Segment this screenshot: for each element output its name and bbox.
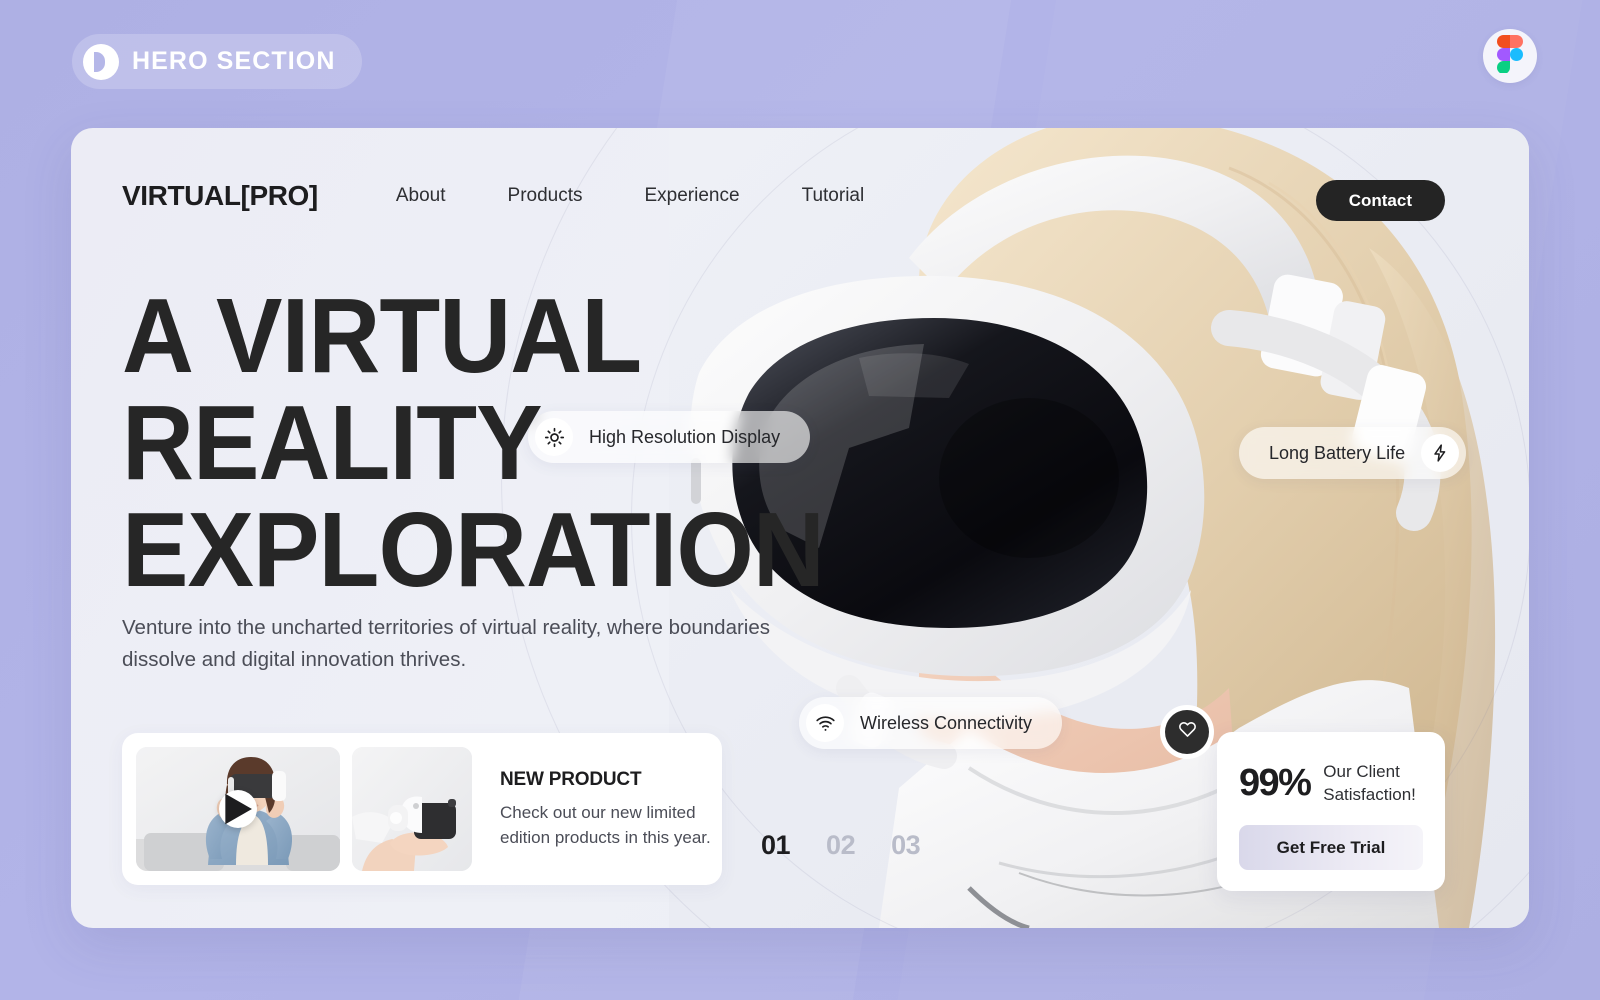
nav-link-experience[interactable]: Experience — [645, 185, 740, 207]
contact-button[interactable]: Contact — [1315, 180, 1445, 221]
brand-logo-text[interactable]: VIRTUAL[PRO] — [122, 180, 318, 212]
feature-pill-label: High Resolution Display — [589, 426, 781, 447]
heart-icon — [1178, 720, 1197, 744]
pagination-item-02[interactable]: 02 — [826, 830, 856, 861]
new-product-card[interactable]: NEW PRODUCT Check out our new limited ed… — [122, 733, 722, 885]
main-navigation: VIRTUAL[PRO] About Products Experience T… — [122, 180, 864, 212]
satisfaction-label-line1: Our Client — [1323, 762, 1400, 781]
app-logo-icon — [83, 43, 119, 80]
hero-section-badge: HERO SECTION — [72, 34, 362, 89]
feature-pill-label: Long Battery Life — [1269, 442, 1406, 463]
satisfaction-percentage: 99% — [1239, 762, 1312, 804]
nav-links: About Products Experience Tutorial — [396, 185, 864, 207]
feature-pill-label: Wireless Connectivity — [860, 712, 1033, 733]
headline-line-1: A VIRTUAL — [122, 277, 642, 395]
get-free-trial-button[interactable]: Get Free Trial — [1239, 825, 1423, 870]
nav-link-tutorial[interactable]: Tutorial — [802, 185, 865, 207]
sun-brightness-icon — [535, 418, 573, 456]
feature-pill-long-battery-life[interactable]: Long Battery Life — [1239, 427, 1467, 479]
satisfaction-label: Our Client Satisfaction! — [1323, 760, 1416, 806]
product-description: Check out our new limited edition produc… — [500, 802, 711, 847]
product-video-thumbnail[interactable] — [136, 747, 340, 871]
heart-icon-badge — [1165, 710, 1209, 754]
lightning-bolt-icon — [1421, 434, 1460, 472]
figma-logo-icon — [1497, 34, 1523, 78]
play-icon[interactable] — [219, 790, 257, 828]
headline-line-3: EXPLORATION — [122, 491, 825, 609]
figma-logo-button[interactable] — [1483, 29, 1537, 83]
nav-link-products[interactable]: Products — [508, 185, 583, 207]
pagination-item-03[interactable]: 03 — [891, 830, 921, 861]
feature-pill-high-resolution-display[interactable]: High Resolution Display — [528, 411, 811, 463]
page-canvas: HERO SECTION VIRTUAL[PRO] About Products… — [0, 0, 1600, 1000]
feature-pill-wireless-connectivity[interactable]: Wireless Connectivity — [799, 697, 1063, 749]
satisfaction-label-line2: Satisfaction! — [1323, 785, 1416, 804]
product-secondary-thumbnail[interactable] — [352, 747, 472, 871]
wifi-icon — [806, 704, 844, 742]
product-title: NEW PRODUCT — [500, 768, 642, 790]
product-text-block: NEW PRODUCT Check out our new limited ed… — [484, 769, 750, 850]
pagination-item-01[interactable]: 01 — [761, 830, 791, 861]
stat-row: 99% Our Client Satisfaction! — [1239, 760, 1423, 806]
hero-card: VIRTUAL[PRO] About Products Experience T… — [71, 128, 1529, 928]
nav-link-about[interactable]: About — [396, 185, 446, 207]
hero-section-badge-label: HERO SECTION — [132, 47, 336, 75]
carousel-pagination: 01 02 03 — [761, 830, 921, 861]
client-satisfaction-card: 99% Our Client Satisfaction! Get Free Tr… — [1165, 710, 1445, 891]
hero-subtext: Venture into the uncharted territories o… — [122, 616, 771, 671]
